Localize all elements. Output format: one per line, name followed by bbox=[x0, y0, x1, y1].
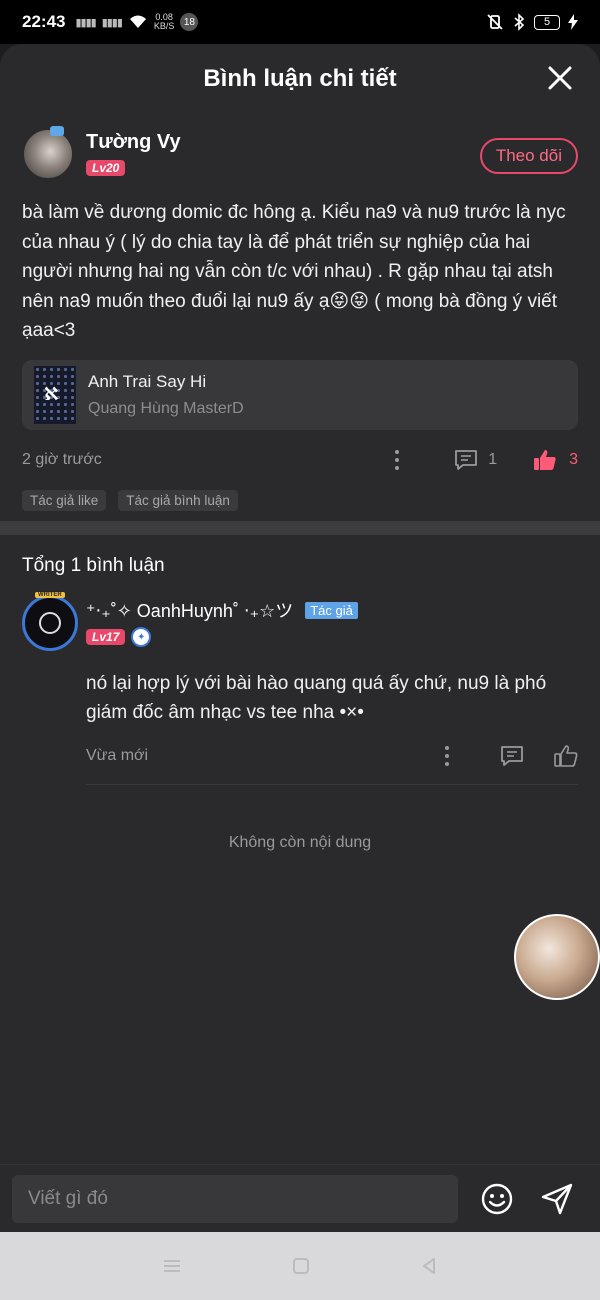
post-timestamp: 2 giờ trước bbox=[22, 450, 102, 468]
reply-timestamp: Vừa mới bbox=[86, 746, 149, 764]
send-icon[interactable] bbox=[540, 1182, 574, 1216]
post-author-name[interactable]: Tường Vy bbox=[86, 131, 181, 154]
author-tags: Tác giả like Tác giả bình luận bbox=[22, 489, 578, 511]
status-left-icons: ▮▮▮▮ ▮▮▮▮ 0.08 KB/S 18 bbox=[75, 13, 199, 31]
battery-icon: 5 bbox=[534, 14, 560, 30]
thumbs-up-icon bbox=[534, 449, 556, 470]
wifi-icon bbox=[129, 15, 146, 28]
song-meta: Anh Trai Say Hi Quang Hùng MasterD bbox=[88, 372, 244, 418]
writer-frame-badge: WRITER bbox=[35, 592, 65, 598]
comment-icon bbox=[501, 745, 523, 766]
thumbs-up-icon bbox=[554, 744, 578, 767]
level-badge: Lv17 bbox=[86, 629, 126, 645]
comment-detail-sheet: Bình luận chi tiết Tường Vy Lv20 Theo dõ… bbox=[0, 44, 600, 1232]
song-title: Anh Trai Say Hi bbox=[88, 371, 207, 391]
comment-total: Tổng 1 bình luận bbox=[22, 555, 165, 576]
reply-button[interactable] bbox=[500, 745, 524, 767]
close-icon[interactable] bbox=[546, 64, 574, 92]
emoji-icon[interactable] bbox=[480, 1182, 514, 1216]
tag-author-commented: Tác giả bình luận bbox=[118, 489, 238, 511]
comment-button[interactable]: 1 bbox=[454, 449, 497, 471]
status-right-icons: 5 bbox=[486, 13, 578, 31]
like-button[interactable]: 3 bbox=[533, 449, 578, 471]
mute-vibrate-icon bbox=[487, 14, 503, 30]
main-comment: Tường Vy Lv20 Theo dõi bà làm về dương d… bbox=[0, 114, 600, 511]
song-artist: Quang Hùng MasterD bbox=[88, 399, 244, 417]
author-badge: Tác giả bbox=[305, 601, 358, 619]
sheet-header: Bình luận chi tiết bbox=[0, 44, 600, 114]
system-nav-bar bbox=[0, 1232, 600, 1300]
song-card[interactable]: ℵ Anh Trai Say Hi Quang Hùng MasterD bbox=[22, 359, 578, 430]
post-author-info: Tường Vy Lv20 bbox=[86, 131, 181, 177]
signal-2-icon: ▮▮▮▮ bbox=[101, 16, 123, 29]
reply-text: nó lại hợp lý với bài hào quang quá ấy c… bbox=[86, 673, 547, 723]
song-cover-image: ℵ bbox=[34, 365, 76, 424]
reply-body: ⁺‧₊˚✧ OanhHuynh˚ ‧₊☆ツ Tác giả Lv17 ✦ nó … bbox=[86, 595, 578, 785]
comments-section: Tổng 1 bình luận WRITER ⁺‧₊˚✧ OanhHuynh˚… bbox=[0, 535, 600, 785]
comment-count: 1 bbox=[488, 450, 498, 468]
post-text: bà làm về dương domic đc hông ạ. Kiểu na… bbox=[22, 202, 566, 341]
reply-name-row: ⁺‧₊˚✧ OanhHuynh˚ ‧₊☆ツ Tác giả bbox=[86, 597, 578, 623]
reply-badges: Lv17 ✦ bbox=[86, 627, 578, 647]
tag-author-liked: Tác giả like bbox=[22, 489, 107, 511]
section-divider bbox=[0, 521, 600, 535]
avatar-bow-decoration bbox=[50, 126, 64, 136]
menu-icon[interactable] bbox=[162, 1258, 182, 1274]
avatar[interactable]: WRITER bbox=[22, 592, 78, 651]
post-meta-row: 2 giờ trước 1 3 bbox=[22, 430, 578, 490]
comment-input[interactable] bbox=[12, 1174, 458, 1223]
more-options-icon[interactable] bbox=[382, 449, 412, 470]
floating-avatar-button[interactable] bbox=[514, 914, 600, 1000]
page-title: Bình luận chi tiết bbox=[203, 65, 397, 92]
net-speed-unit: KB/S bbox=[153, 21, 175, 31]
home-icon[interactable] bbox=[292, 1257, 310, 1275]
like-count: 3 bbox=[569, 450, 578, 468]
like-button[interactable] bbox=[554, 744, 578, 767]
cover-logo: ℵ bbox=[44, 383, 59, 404]
list-item: WRITER ⁺‧₊˚✧ OanhHuynh˚ ‧₊☆ツ Tác giả Lv1… bbox=[22, 592, 578, 785]
bluetooth-icon bbox=[514, 13, 525, 31]
more-options-icon[interactable] bbox=[432, 745, 462, 766]
level-badge: Lv20 bbox=[86, 160, 126, 176]
follow-button[interactable]: Theo dõi bbox=[479, 138, 578, 174]
net-speed: 0.08 KB/S bbox=[154, 13, 175, 31]
verified-icon: ✦ bbox=[131, 627, 152, 647]
charging-icon bbox=[568, 14, 578, 30]
status-time: 22:43 bbox=[22, 12, 66, 31]
avatar-emblem bbox=[39, 612, 61, 634]
back-icon[interactable] bbox=[420, 1257, 438, 1275]
reply-author-name[interactable]: ⁺‧₊˚✧ OanhHuynh˚ ‧₊☆ツ bbox=[86, 597, 293, 623]
status-bar: 22:43 ▮▮▮▮ ▮▮▮▮ 0.08 KB/S 18 5 bbox=[0, 0, 600, 44]
end-of-list-text: Không còn nội dung bbox=[228, 834, 372, 851]
notification-count-badge: 18 bbox=[180, 13, 199, 31]
signal-icon: ▮▮▮▮ bbox=[75, 16, 96, 29]
avatar[interactable] bbox=[22, 126, 74, 180]
comment-icon bbox=[455, 449, 478, 470]
reply-meta-row: Vừa mới bbox=[86, 727, 578, 785]
comment-input-bar bbox=[0, 1164, 600, 1232]
